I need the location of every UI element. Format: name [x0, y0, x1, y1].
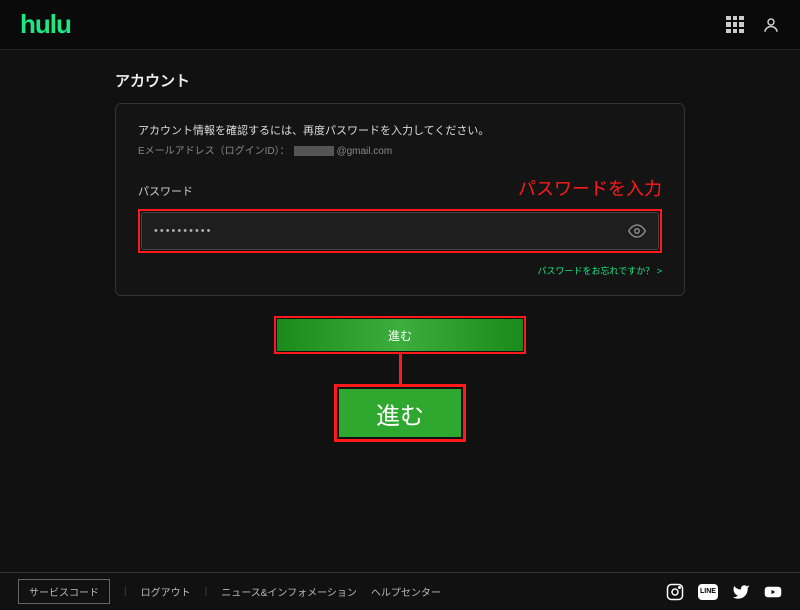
page-title: アカウント [115, 70, 685, 91]
password-input[interactable] [154, 225, 628, 237]
footer-separator: | [124, 586, 127, 597]
email-display: Eメールアドレス（ログインID）： @gmail.com [138, 142, 662, 157]
news-link[interactable]: ニュース&インフォメーション [221, 584, 357, 599]
password-input-container [141, 212, 659, 250]
footer: サービスコード | ログアウト | ニュース&インフォメーション ヘルプセンター… [0, 572, 800, 610]
submit-area: 進む 進む [115, 316, 685, 442]
email-suffix: @gmail.com [336, 146, 392, 157]
show-password-icon[interactable] [628, 222, 646, 240]
password-label-row: パスワード パスワードを入力 [138, 175, 662, 201]
email-label: Eメールアドレス（ログインID）： [138, 146, 290, 157]
annotation-zoom-highlight: 進む [334, 384, 466, 442]
account-icon[interactable] [762, 16, 780, 34]
line-icon[interactable]: LINE [698, 584, 718, 600]
proceed-button[interactable]: 進む [277, 319, 523, 351]
help-link[interactable]: ヘルプセンター [371, 584, 441, 599]
instagram-icon[interactable] [666, 583, 684, 601]
annotation-input-highlight [138, 209, 662, 253]
social-icons: LINE [666, 583, 782, 601]
service-code-button[interactable]: サービスコード [18, 579, 110, 604]
email-masked-part [294, 146, 334, 156]
annotation-password-hint: パスワードを入力 [518, 175, 662, 201]
apps-grid-icon[interactable] [726, 16, 744, 34]
password-confirm-card: アカウント情報を確認するには、再度パスワードを入力してください。 Eメールアドレ… [115, 103, 685, 296]
footer-separator: | [205, 586, 208, 597]
password-label: パスワード [138, 183, 193, 199]
annotation-button-highlight: 進む [274, 316, 526, 354]
header: hulu [0, 0, 800, 50]
main-content: アカウント アカウント情報を確認するには、再度パスワードを入力してください。 E… [0, 50, 800, 442]
instruction-text: アカウント情報を確認するには、再度パスワードを入力してください。 [138, 122, 662, 138]
youtube-icon[interactable] [764, 583, 782, 601]
twitter-icon[interactable] [732, 583, 750, 601]
header-actions [726, 16, 780, 34]
annotation-zoom-label: 進む [339, 389, 461, 437]
forgot-password-row: パスワードをお忘れですか？ > [138, 261, 662, 279]
hulu-logo[interactable]: hulu [20, 9, 71, 40]
forgot-password-link[interactable]: パスワードをお忘れですか？ > [538, 266, 663, 276]
annotation-connector [399, 354, 402, 384]
logout-link[interactable]: ログアウト [141, 584, 191, 599]
